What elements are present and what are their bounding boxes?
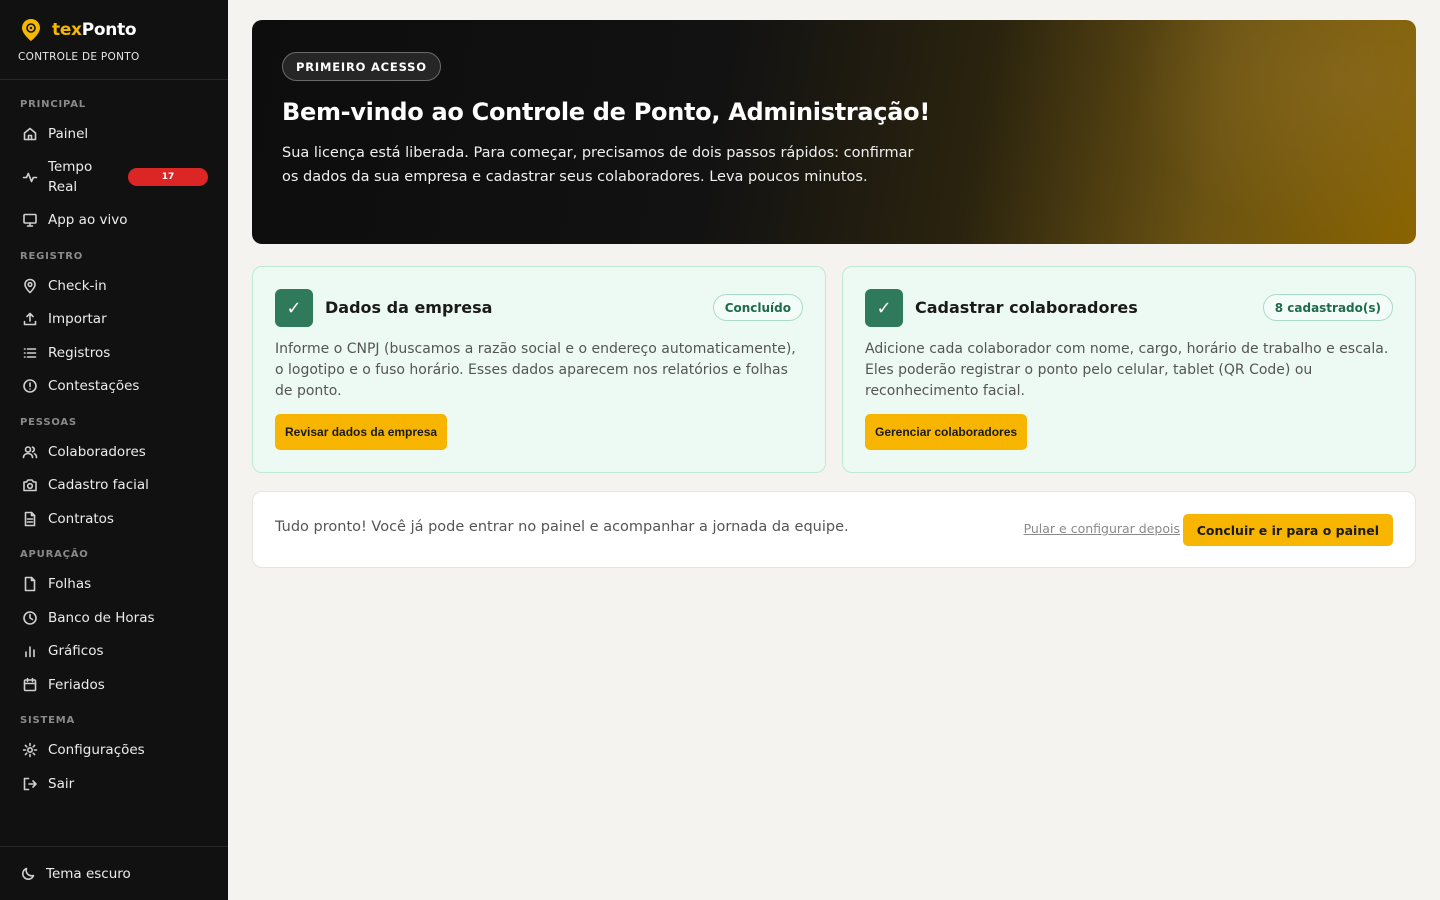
- sidebar-item-registros[interactable]: Registros: [12, 338, 216, 368]
- first-access-pill: PRIMEIRO ACESSO: [282, 52, 441, 81]
- sidebar-item-label: Gráficos: [48, 643, 104, 659]
- manage-employees-button[interactable]: Gerenciar colaboradores: [865, 414, 1028, 450]
- card-description: Adicione cada colaborador com nome, carg…: [865, 341, 1389, 399]
- sidebar-item-label: Folhas: [48, 576, 92, 592]
- sidebar-item-label: Contratos: [48, 511, 114, 527]
- sidebar-item-configuracoes[interactable]: Configurações: [12, 735, 216, 765]
- sidebar-item-contestacoes[interactable]: Contestações: [12, 371, 216, 401]
- section-apuracao: APURAÇÃO: [20, 549, 89, 560]
- sidebar-item-label: Banco de Horas: [48, 610, 155, 626]
- users-icon: [22, 444, 38, 460]
- sidebar-item-label: Check-in: [48, 278, 107, 294]
- sidebar-item-label: Sair: [48, 776, 75, 792]
- sidebar-item-label: Cadastro facial: [48, 477, 149, 493]
- sidebar-item-label: Colaboradores: [48, 444, 146, 460]
- list-icon: [22, 345, 38, 361]
- sidebar-item-label: Configurações: [48, 742, 145, 758]
- card-title: Dados da empresa: [325, 298, 493, 317]
- welcome-title: Bem-vindo ao Controle de Ponto, Administ…: [282, 98, 930, 126]
- employees-card: ✓ Cadastrar colaboradores 8 cadastrado(s…: [842, 266, 1416, 473]
- sidebar-item-label: Contestações: [48, 378, 140, 394]
- brand-name: texPonto: [52, 20, 137, 40]
- sidebar-item-label: Feriados: [48, 677, 105, 693]
- section-pessoas: PESSOAS: [20, 417, 77, 428]
- check-icon: ✓: [275, 289, 313, 327]
- status-badge: 8 cadastrado(s): [1262, 294, 1393, 321]
- card-title: Cadastrar colaboradores: [915, 298, 1138, 317]
- calendar-icon: [22, 677, 38, 693]
- sidebar: texPonto CONTROLE DE PONTO PRINCIPAL Pai…: [0, 0, 228, 900]
- sidebar-item-sair[interactable]: Sair: [12, 769, 216, 799]
- upload-icon: [22, 311, 38, 327]
- brand-name-prefix: tex: [52, 20, 82, 40]
- monitor-icon: [22, 212, 38, 228]
- sidebar-item-colaboradores[interactable]: Colaboradores: [12, 437, 216, 467]
- moon-icon: [22, 867, 35, 880]
- map-pin-icon: [22, 278, 38, 294]
- sidebar-item-folhas[interactable]: Folhas: [12, 569, 216, 599]
- review-company-button[interactable]: Revisar dados da empresa: [275, 414, 448, 450]
- activity-icon: [22, 169, 38, 185]
- brand-subtitle: CONTROLE DE PONTO: [18, 51, 140, 63]
- sidebar-item-label: Registros: [48, 345, 111, 361]
- sidebar-item-painel[interactable]: Painel: [12, 119, 216, 149]
- company-data-card: ✓ Dados da empresa Concluído Informe o C…: [252, 266, 826, 473]
- section-sistema: SISTEMA: [20, 715, 76, 726]
- completion-text: Tudo pronto! Você já pode entrar no pain…: [275, 519, 849, 535]
- dark-theme-label: Tema escuro: [46, 865, 131, 882]
- welcome-text: Sua licença está liberada. Para começar,…: [282, 145, 914, 185]
- completion-bar: Tudo pronto! Você já pode entrar no pain…: [252, 491, 1416, 568]
- logout-icon: [22, 776, 38, 792]
- check-icon: ✓: [865, 289, 903, 327]
- sidebar-item-label: App ao vivo: [48, 212, 128, 228]
- alert-circle-icon: [22, 378, 38, 394]
- brand-name-suffix: Ponto: [81, 20, 137, 40]
- bar-chart-icon: [22, 643, 38, 659]
- sidebar-item-label: Painel: [48, 126, 89, 142]
- sidebar-item-check-in[interactable]: Check-in: [12, 271, 216, 301]
- sidebar-item-cadastro-facial[interactable]: Cadastro facial: [12, 470, 216, 500]
- dark-theme-toggle[interactable]: Tema escuro: [0, 846, 228, 900]
- sidebar-item-contratos[interactable]: Contratos: [12, 504, 216, 534]
- sidebar-item-importar[interactable]: Importar: [12, 304, 216, 334]
- sidebar-item-label: Importar: [48, 311, 107, 327]
- sidebar-item-app-ao-vivo[interactable]: App ao vivo: [12, 205, 216, 235]
- section-principal: PRINCIPAL: [20, 99, 86, 110]
- brand: texPonto CONTROLE DE PONTO: [0, 0, 228, 80]
- sidebar-item-label: Tempo Real: [48, 159, 93, 195]
- skip-link[interactable]: Pular e configurar depois: [1024, 521, 1180, 536]
- sidebar-item-banco-de-horas[interactable]: Banco de Horas: [12, 603, 216, 633]
- sidebar-item-feriados[interactable]: Feriados: [12, 670, 216, 700]
- camera-icon: [22, 477, 38, 493]
- location-pin-icon: [22, 19, 40, 41]
- file-text-icon: [22, 511, 38, 527]
- file-icon: [22, 576, 38, 592]
- card-description: Informe o CNPJ (buscamos a razão social …: [275, 341, 796, 399]
- sidebar-item-graficos[interactable]: Gráficos: [12, 636, 216, 666]
- clock-icon: [22, 610, 38, 626]
- home-icon: [22, 126, 38, 142]
- section-registro: REGISTRO: [20, 251, 84, 262]
- finish-button[interactable]: Concluir e ir para o painel: [1182, 514, 1393, 546]
- status-badge: Concluído: [712, 294, 803, 321]
- settings-icon: [22, 742, 38, 758]
- live-count-badge: 17: [128, 168, 208, 186]
- welcome-hero: PRIMEIRO ACESSO Bem-vindo ao Controle de…: [252, 20, 1416, 244]
- sidebar-item-tempo-real[interactable]: Tempo Real 17: [12, 155, 216, 199]
